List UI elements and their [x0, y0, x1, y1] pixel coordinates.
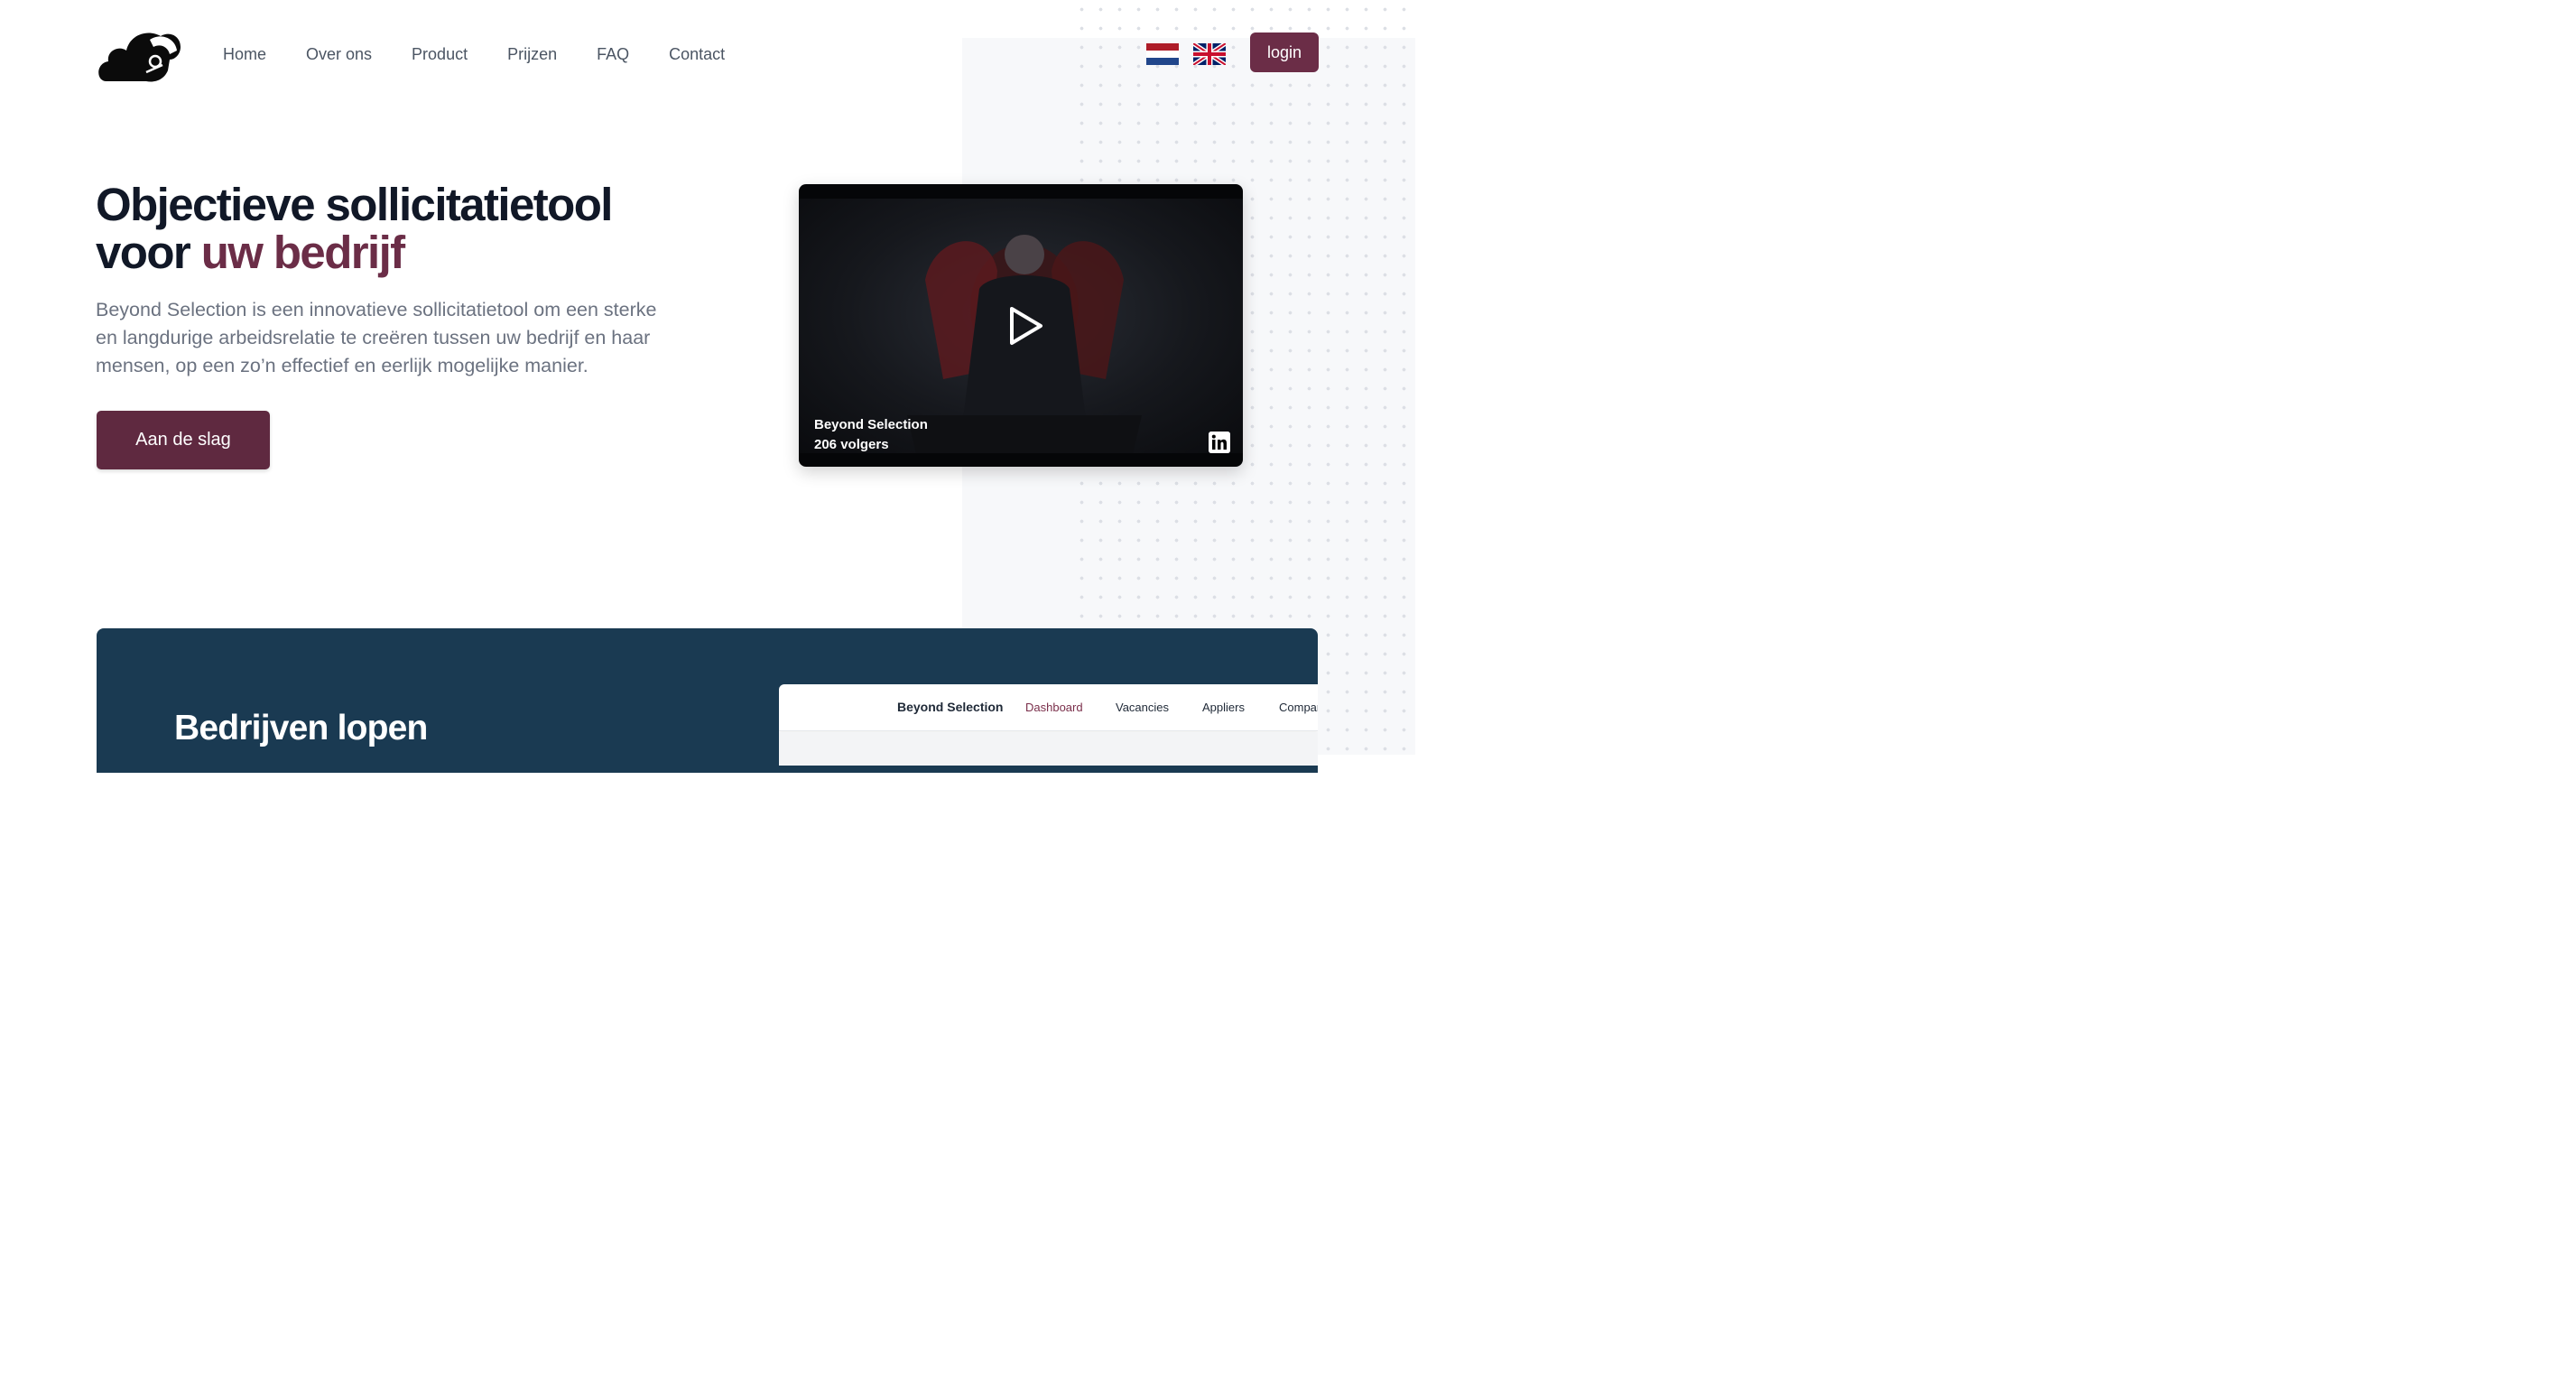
app-preview: Beyond Selection Dashboard Vacancies App… [779, 684, 1318, 766]
nav-over-ons[interactable]: Over ons [306, 43, 372, 65]
linkedin-icon[interactable] [1209, 432, 1230, 453]
video-followers: 206 volgers [814, 437, 889, 452]
nav-product[interactable]: Product [412, 43, 468, 65]
video-embed[interactable]: Beyond Selection 206 volgers [799, 184, 1243, 467]
nav-prijzen[interactable]: Prijzen [507, 43, 557, 65]
app-preview-tab-companies: Compar [1279, 701, 1318, 714]
nl-flag-icon[interactable] [1146, 43, 1179, 65]
app-preview-tab-appliers: Appliers [1202, 701, 1245, 714]
video-channel-name: Beyond Selection [814, 417, 928, 432]
app-preview-navbar: Beyond Selection Dashboard Vacancies App… [779, 684, 1318, 731]
app-preview-tab-vacancies: Vacancies [1116, 701, 1170, 714]
nav-faq[interactable]: FAQ [597, 43, 629, 65]
app-preview-body [779, 732, 1318, 766]
app-preview-brand: Beyond Selection [897, 700, 1004, 714]
nav-home[interactable]: Home [223, 43, 266, 65]
hero-title: Objectieve sollicitatietool voor uw bedr… [96, 179, 613, 278]
hero-title-line1: Objectieve sollicitatietool [96, 179, 613, 230]
play-icon[interactable] [1006, 305, 1046, 347]
logo-icon[interactable] [97, 23, 182, 85]
hero-title-accent: uw bedrijf [200, 227, 405, 278]
nav-contact[interactable]: Contact [669, 43, 725, 65]
get-started-button[interactable]: Aan de slag [97, 411, 270, 469]
uk-flag-icon[interactable] [1193, 43, 1226, 65]
section-title: Bedrijven lopen [174, 709, 428, 747]
hero-title-line2: voor [96, 227, 201, 278]
app-preview-tab-dashboard: Dashboard [1025, 701, 1083, 714]
hero-description: Beyond Selection is een innovatieve soll… [96, 299, 657, 376]
login-button[interactable]: login [1250, 32, 1319, 72]
main-nav: Home Over ons Product Prijzen FAQ Contac… [223, 43, 764, 65]
